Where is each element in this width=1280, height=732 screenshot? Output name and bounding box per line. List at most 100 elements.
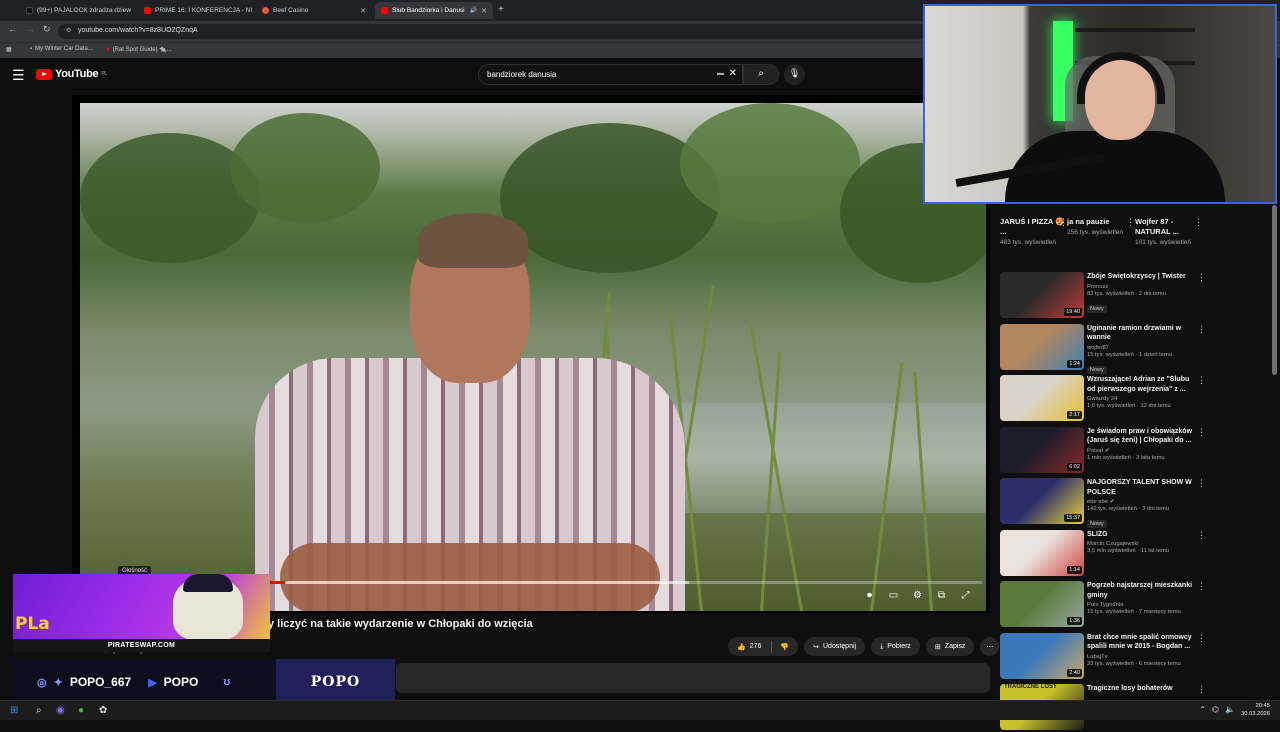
search-button[interactable]: ⌕ (743, 64, 779, 85)
video-thumbnail[interactable]: 1:36 (1000, 581, 1084, 627)
video-thumbnail[interactable]: 19:40 (1000, 272, 1084, 318)
clear-search-icon[interactable]: ✕ (729, 68, 737, 79)
forward-icon[interactable]: → (26, 24, 35, 34)
windows-start-icon[interactable]: ⊞ (10, 705, 18, 716)
site-info-icon[interactable]: ⚙ (66, 27, 71, 34)
recommendation-item[interactable]: 19:40 Zbóje Świętokrzyscy | Twister Pronos… (998, 272, 1208, 320)
video-thumbnail[interactable]: 2:17 (1000, 375, 1084, 421)
more-icon[interactable]: ⋮ (1197, 324, 1206, 335)
video-thumbnail[interactable]: 15:37 (1000, 478, 1084, 524)
video-thumbnail[interactable]: 1:14 (1000, 529, 1084, 576)
folder-icon: ▪ (30, 46, 33, 52)
channel-name[interactable]: Puls Tygodnia (1087, 602, 1195, 608)
short-item[interactable]: JARUŚ I PIZZA 😍 ... 483 tys. wyświetleń … (1000, 217, 1068, 247)
recommendation-item[interactable]: 1:36 Pogrzeb najstarszej mieszkanki gminy… (998, 581, 1208, 629)
more-icon[interactable]: ⋮ (1126, 217, 1135, 228)
recommendation-item[interactable]: 1:14 ŚLIZG Marcin Czugajewski 3,5 mln wyświ… (998, 529, 1208, 578)
more-icon[interactable]: ⋮ (1197, 375, 1206, 386)
progress-buffered (285, 581, 690, 584)
subtitles-icon[interactable]: ▭ (886, 590, 901, 605)
video-title[interactable]: NAJGORSZY TALENT SHOW W POLSCE (1087, 478, 1195, 497)
apps-icon[interactable]: ▦ (6, 46, 12, 53)
autoplay-toggle-icon[interactable]: ⏺ (862, 590, 877, 605)
voice-search-button[interactable]: 🎙 (784, 64, 805, 85)
more-icon[interactable]: ⋮ (1194, 217, 1203, 228)
url-bar[interactable]: ⚙ youtube.com/watch?v=8z8UO2QZnqA (58, 24, 928, 39)
bookmark-1[interactable]: ▪ My Winter Car Data... (30, 46, 93, 52)
sidebar-scrollbar[interactable] (1272, 205, 1277, 375)
video-thumbnail[interactable]: 1:24 (1000, 323, 1084, 370)
channel-name[interactable]: Pronosz (1087, 284, 1195, 290)
video-title[interactable]: Brat chce mnie spalić ormowcy spalili mn… (1087, 633, 1195, 652)
channel-name[interactable]: Marcin Czugajewski (1087, 541, 1195, 547)
settings-icon[interactable]: ⚙ (910, 590, 925, 605)
like-button[interactable]: 👍 276 👎 (728, 637, 799, 656)
video-title[interactable]: Uginanie ramion drzwiami w wannie (1087, 324, 1195, 343)
progress-bar[interactable] (212, 581, 982, 584)
browser-tab-active[interactable]: Ślub Bandziorka i Danusi k 🔊 ✕ (375, 2, 493, 19)
speaker-icon[interactable]: 🔊 (470, 7, 477, 14)
video-thumbnail[interactable]: 2:40 (1000, 632, 1084, 679)
recommendation-item[interactable]: 2:40 Brat chce mnie spalić ormowcy spalil… (998, 632, 1208, 681)
short-item[interactable]: ja na pauzie 256 tys. wyświetleń ⋮ (1067, 217, 1135, 237)
discord-icon[interactable]: ◉ (56, 705, 65, 716)
keyboard-icon[interactable]: ▬ (717, 70, 724, 77)
more-icon[interactable]: ⋮ (1197, 530, 1206, 541)
recommendation-item[interactable]: 15:37 NAJGORSZY TALENT SHOW W POLSCE ebe e… (998, 478, 1208, 528)
channel-name[interactable]: wojfer87 (1087, 345, 1195, 351)
browser-tab-3[interactable]: Beef Casino ✕ (256, 2, 372, 19)
video-title[interactable]: Je świadom praw i obowiązków (Jaruś się … (1087, 427, 1195, 446)
channel-name[interactable]: Gwiazdy 24 (1087, 396, 1195, 402)
app-icon[interactable]: ✿ (99, 705, 107, 716)
back-icon[interactable]: ← (8, 24, 17, 34)
video-title[interactable]: Zbóje Świętokrzyscy | Twister (1087, 272, 1195, 282)
browser-tab-2[interactable]: PRIME 16: I KONFERENCJA - NI ✕ (138, 2, 254, 19)
youtube-icon: ▶ (148, 676, 157, 689)
browser-tab-1[interactable]: (99+) PAJALOCK zdradza dziew ✕ (20, 2, 136, 19)
channel-name[interactable]: ebe ebe ✔ (1087, 499, 1195, 505)
channel-name[interactable]: Polsat ✔ (1087, 448, 1195, 454)
video-title[interactable]: Pogrzeb najstarszej mieszkanki gminy (1087, 581, 1195, 600)
new-tab-button[interactable]: + (498, 4, 504, 15)
search-icon[interactable]: ⌕ (36, 705, 42, 716)
close-tab-icon[interactable]: ✕ (481, 7, 487, 15)
menu-icon[interactable]: ☰ (12, 67, 25, 84)
search-input[interactable]: bandziorek danusia ▬ ✕ (478, 64, 743, 85)
more-icon[interactable]: ⋮ (1197, 581, 1206, 592)
save-button[interactable]: ⊞ Zapisz (925, 637, 975, 656)
recommendation-item[interactable]: 2:17 Wzruszające! Adrian ze "Ślubu od pie… (998, 375, 1208, 423)
chevron-up-icon[interactable]: ⌃ (1199, 705, 1206, 714)
close-tab-icon[interactable]: ✕ (360, 7, 366, 15)
chrome-icon[interactable]: ● (78, 705, 84, 716)
recommendation-item[interactable]: 6:02 Je świadom praw i obowiązków (Jaruś … (998, 426, 1208, 475)
channel-name[interactable]: LubajTv (1087, 654, 1195, 660)
bookmark-2[interactable]: ● (Rat Spot Guide) 🐀... (106, 46, 172, 54)
short-item[interactable]: Wojfer 87 - NATURAL ... 101 tys. wyświet… (1135, 217, 1203, 247)
video-title[interactable]: Wzruszające! Adrian ze "Ślubu od pierwsz… (1087, 375, 1195, 394)
more-icon[interactable]: ⋮ (1197, 427, 1206, 438)
miniplayer-icon[interactable]: ⧉ (934, 590, 949, 605)
more-icon[interactable]: ⋮ (1197, 272, 1206, 283)
more-icon[interactable]: ⋮ (1197, 478, 1206, 489)
share-button[interactable]: ↪ Udostępnij (804, 637, 866, 656)
youtube-logo[interactable]: YouTube PL (36, 68, 107, 80)
video-title[interactable]: Tragiczne losy bohaterów (1087, 684, 1195, 694)
reload-icon[interactable]: ↻ (43, 24, 51, 35)
close-tab-icon[interactable]: ✕ (135, 7, 136, 15)
video-title[interactable]: ŚLIZG (1087, 530, 1195, 540)
video-meta: 1,6 tys. wyświetleń · 12 dni temu (1087, 403, 1171, 409)
video-duration: 2:17 (1067, 411, 1082, 419)
description-box[interactable] (396, 663, 990, 693)
video-thumbnail[interactable]: 6:02 (1000, 426, 1084, 473)
video-player[interactable] (72, 95, 990, 613)
system-clock[interactable]: 20:45 30.03.2026 (1241, 702, 1270, 718)
more-icon[interactable]: ⋮ (1197, 684, 1206, 695)
recommendation-item[interactable]: 1:24 Uginanie ramion drzwiami w wannie woj… (998, 323, 1208, 374)
volume-icon[interactable]: 🔈 (1225, 705, 1235, 714)
more-actions-button[interactable]: ⋯ (980, 637, 1000, 656)
fullscreen-icon[interactable]: ⤢ (958, 590, 973, 605)
thumbs-down-icon[interactable]: 👎 (780, 643, 789, 651)
download-button[interactable]: ⤓ Pobierz (871, 637, 920, 656)
more-icon[interactable]: ⋮ (1197, 633, 1206, 644)
network-icon[interactable]: ⌬ (1212, 705, 1219, 714)
